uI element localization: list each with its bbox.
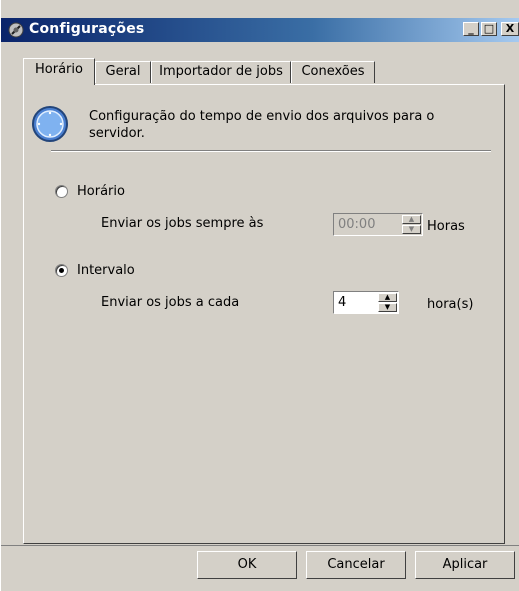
minimize-button[interactable]: _ <box>463 22 479 36</box>
ok-button[interactable]: OK <box>197 551 297 579</box>
maximize-button[interactable]: □ <box>481 22 497 36</box>
radio-horario-label[interactable]: Horário <box>77 184 125 200</box>
radio-intervalo-label[interactable]: Intervalo <box>77 263 135 279</box>
app-icon <box>8 22 24 38</box>
cancel-button[interactable]: Cancelar <box>306 551 406 579</box>
radio-selected-dot <box>59 268 64 273</box>
tab-importador-de-jobs[interactable]: Importador de jobs <box>151 61 291 83</box>
settings-window: Configurações _ □ X Horário Geral Import… <box>0 0 519 591</box>
separator <box>51 150 491 152</box>
apply-button[interactable]: Aplicar <box>415 551 515 579</box>
spinner-up-icon[interactable]: ▲ <box>378 293 397 302</box>
window-title: Configurações <box>29 21 145 37</box>
time-spinner-value: 00:00 <box>338 217 376 232</box>
intervalo-send-label: Enviar os jobs a cada <box>101 295 240 310</box>
tab-panel-horario <box>23 84 505 544</box>
interval-spinner[interactable]: 4 ▲ ▼ <box>333 291 399 314</box>
horario-unit-label: Horas <box>427 219 465 234</box>
interval-spinner-value[interactable]: 4 <box>338 294 346 311</box>
intervalo-unit-label: hora(s) <box>427 297 474 312</box>
tab-geral[interactable]: Geral <box>95 61 151 83</box>
horario-send-label: Enviar os jobs sempre às <box>101 216 264 231</box>
title-bar[interactable]: Configurações _ □ X <box>1 18 519 42</box>
spinner-up-icon: ▲ <box>402 215 421 224</box>
clock-settings-icon <box>32 106 68 142</box>
spinner-down-icon: ▼ <box>402 225 421 234</box>
interval-spinner-arrows[interactable]: ▲ ▼ <box>378 293 397 312</box>
radio-intervalo[interactable] <box>55 264 68 277</box>
tab-conexoes[interactable]: Conexões <box>291 61 375 83</box>
radio-horario[interactable] <box>55 185 68 198</box>
spinner-down-icon[interactable]: ▼ <box>378 303 397 312</box>
panel-description: Configuração do tempo de envio dos arqui… <box>89 109 435 141</box>
tab-horario[interactable]: Horário <box>23 58 95 85</box>
close-button[interactable]: X <box>501 22 519 36</box>
time-spinner: 00:00 ▲ ▼ <box>333 213 423 236</box>
time-spinner-arrows: ▲ ▼ <box>402 215 421 234</box>
bottom-divider <box>1 545 519 546</box>
